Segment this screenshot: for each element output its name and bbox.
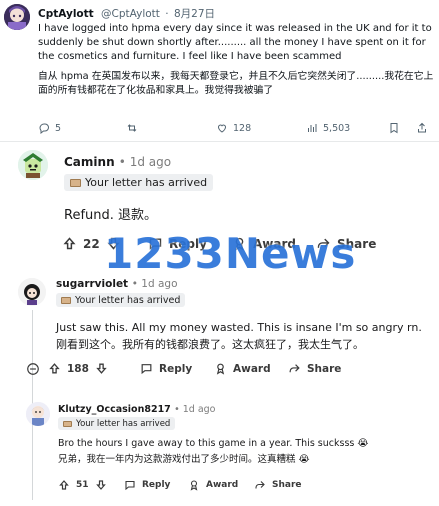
envelope-icon xyxy=(63,420,72,427)
view-count: 5,503 xyxy=(323,122,351,134)
vote-count: 188 xyxy=(67,362,89,375)
upvote-arrow-icon[interactable] xyxy=(58,479,70,491)
heart-icon xyxy=(217,124,227,133)
tweet-text-english: I have logged into hpma every day since … xyxy=(38,23,432,62)
tweet-handle[interactable]: @CptAylott xyxy=(101,8,160,20)
comment-username[interactable]: Caminn • 1d ago xyxy=(64,155,171,169)
comment-text-chinese: 兄弟，我在一年内为这款游戏付出了多少时间。这真糟糕 😭 xyxy=(58,454,310,465)
award-button[interactable]: Award xyxy=(214,362,271,375)
views-action[interactable]: 5,503 xyxy=(306,122,350,134)
like-action[interactable]: 128 xyxy=(216,122,251,134)
reddit-thread: Caminn • 1d ago Your letter has arrived … xyxy=(0,142,439,506)
tweet-display-name[interactable]: CptAylott xyxy=(38,8,94,20)
comment-age: 1d ago xyxy=(129,155,172,169)
tweet-date[interactable]: 8月27日 xyxy=(174,8,215,20)
share-arrow-icon xyxy=(255,481,265,489)
comment-text-chinese: 刚看到这个。我所有的钱都浪费了。这太疯狂了，我太生气了。 xyxy=(56,338,364,351)
comment-text: Refund. 退款。 xyxy=(64,208,158,223)
tweet-avatar[interactable] xyxy=(4,4,30,30)
share-upload-icon xyxy=(418,122,426,133)
vote-control: 51 xyxy=(58,479,107,491)
reply-bubble-icon xyxy=(39,123,49,134)
comment-actions: 51 Reply Award Share xyxy=(58,479,418,493)
share-button[interactable]: Share xyxy=(288,362,341,375)
tweet-header: CptAylott @CptAylott · 8月27日 xyxy=(38,8,215,20)
retweet-action[interactable] xyxy=(126,122,138,134)
award-ribbon-icon xyxy=(216,363,225,375)
user-flair: Your letter has arrived xyxy=(58,417,176,430)
tweet-actions: 5 128 5,503 xyxy=(38,122,434,138)
views-bar-icon xyxy=(308,124,317,132)
bookmark-icon xyxy=(390,123,398,134)
comment-text: Just saw this. All my money wasted. This… xyxy=(56,319,434,353)
reply-button[interactable]: Reply xyxy=(124,479,170,491)
comment-avatar[interactable] xyxy=(26,402,50,426)
retweet-icon xyxy=(127,124,137,132)
user-flair: Your letter has arrived xyxy=(64,174,214,191)
vote-count: 22 xyxy=(83,236,100,251)
vote-control: 188 xyxy=(48,362,108,375)
comment-text-english: Just saw this. All my money wasted. This… xyxy=(56,321,422,334)
comment-username[interactable]: Klutzy_Occasion8217 • 1d ago xyxy=(58,404,216,415)
share-arrow-icon xyxy=(289,364,300,373)
downvote-arrow-icon[interactable] xyxy=(95,479,107,491)
tweet-card: CptAylott @CptAylott · 8月27日 I have logg… xyxy=(0,0,439,142)
tweet-text-chinese: 自从 hpma 在英国发布以来，我每天都登录它，并且不久后它突然关闭了.....… xyxy=(38,71,434,97)
user-flair: Your letter has arrived xyxy=(56,293,186,307)
reply-count: 5 xyxy=(55,122,62,134)
reply-action[interactable]: 5 xyxy=(38,122,61,134)
share-action[interactable] xyxy=(416,122,428,134)
comment-avatar[interactable] xyxy=(18,278,46,306)
award-ribbon-icon xyxy=(190,480,198,491)
comment-text: Bro the hours I gave away to this game i… xyxy=(58,436,434,468)
envelope-icon xyxy=(61,296,71,304)
watermark: 1233News xyxy=(104,229,357,278)
share-button[interactable]: Share xyxy=(254,479,302,491)
collapse-button[interactable] xyxy=(26,362,40,376)
reply-bubble-icon xyxy=(141,364,152,375)
downvote-arrow-icon[interactable] xyxy=(95,362,108,375)
upvote-arrow-icon[interactable] xyxy=(48,362,61,375)
comment-actions: 188 Reply Award Share xyxy=(26,362,426,378)
reply-button[interactable]: Reply xyxy=(140,362,192,375)
comment-username[interactable]: sugarrviolet • 1d ago xyxy=(56,278,178,290)
tweet-body: I have logged into hpma every day since … xyxy=(38,22,434,98)
award-button[interactable]: Award xyxy=(188,479,238,491)
bookmark-action[interactable] xyxy=(388,122,400,134)
comment-age: 1d ago xyxy=(141,278,178,290)
envelope-icon xyxy=(70,178,81,187)
upvote-arrow-icon[interactable] xyxy=(62,236,77,251)
reply-bubble-icon xyxy=(125,480,135,491)
comment-age: 1d ago xyxy=(182,404,216,415)
collapse-minus-icon xyxy=(27,363,39,375)
comment-avatar[interactable] xyxy=(18,150,48,180)
like-count: 128 xyxy=(233,122,252,134)
comment-text-english: Bro the hours I gave away to this game i… xyxy=(58,438,369,449)
vote-count: 51 xyxy=(76,480,89,490)
